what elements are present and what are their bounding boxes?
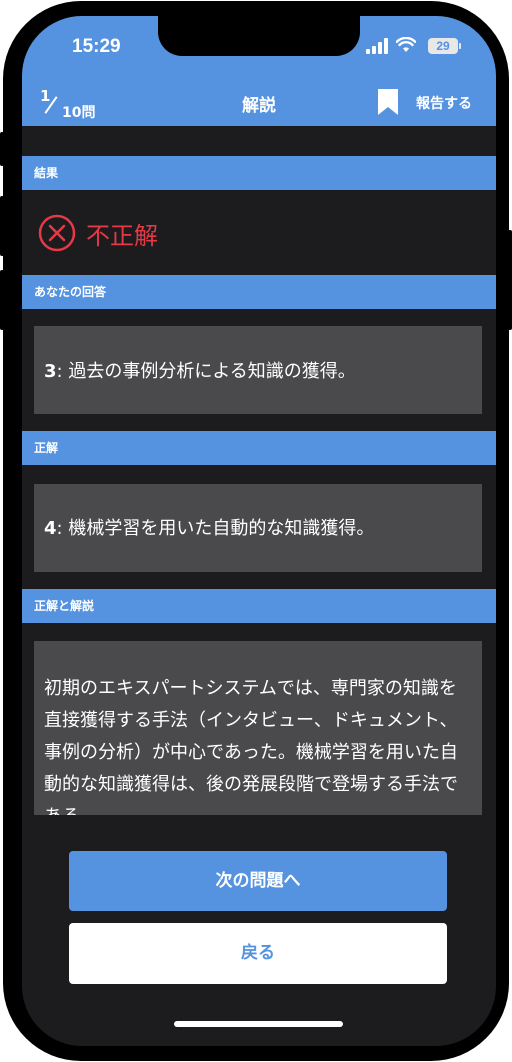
bookmark-icon[interactable] — [378, 89, 398, 115]
explanation-section-header: 正解と解説 — [22, 589, 496, 623]
status-time: 15:29 — [72, 36, 121, 57]
back-button[interactable]: 戻る — [69, 923, 447, 984]
explanation-text: 初期のエキスパートシステムでは、専門家の知識を直接獲得する手法（インタビュー、ド… — [44, 678, 458, 815]
correct-answer-card: 4: 機械学習を用いた自動的な知識獲得。 — [34, 484, 482, 572]
result-section-header: 結果 — [22, 156, 496, 190]
side-button-volume-down — [0, 270, 4, 330]
side-button-power — [508, 230, 512, 330]
correct-answer-number: 4 — [44, 518, 57, 539]
status-bar: 15:29 29 — [22, 16, 496, 79]
x-circle-icon — [38, 214, 76, 252]
side-button-volume-up — [0, 196, 4, 256]
next-question-button[interactable]: 次の問題へ — [69, 851, 447, 911]
app-screen: 15:29 29 1 10問 解説 報告する 結果 不正解 あなたの回答 3: … — [22, 16, 496, 1046]
nav-header: 1 10問 解説 報告する — [22, 79, 496, 126]
device-notch — [158, 16, 360, 56]
explanation-card[interactable]: 初期のエキスパートシステムでは、専門家の知識を直接獲得する手法（インタビュー、ド… — [34, 641, 482, 815]
your-answer-section-header: あなたの回答 — [22, 275, 496, 309]
your-answer-number: 3 — [44, 361, 57, 382]
cellular-signal-icon — [366, 38, 390, 54]
battery-icon: 29 — [428, 38, 461, 54]
correct-answer-text: : 機械学習を用いた自動的な知識獲得。 — [56, 518, 375, 539]
report-button[interactable]: 報告する — [416, 93, 472, 113]
home-indicator[interactable] — [174, 1021, 343, 1027]
your-answer-content: 3: 過去の事例分析による知識の獲得。 — [44, 357, 356, 383]
correct-answer-content: 4: 機械学習を用いた自動的な知識獲得。 — [44, 514, 374, 540]
your-answer-card: 3: 過去の事例分析による知識の獲得。 — [34, 326, 482, 414]
your-answer-text: : 過去の事例分析による知識の獲得。 — [56, 361, 356, 382]
phone-frame: 15:29 29 1 10問 解説 報告する 結果 不正解 あなたの回答 3: … — [3, 1, 509, 1061]
wifi-icon — [396, 37, 416, 52]
side-button-silent — [0, 132, 4, 166]
result-text: 不正解 — [86, 222, 158, 250]
correct-answer-section-header: 正解 — [22, 431, 496, 465]
